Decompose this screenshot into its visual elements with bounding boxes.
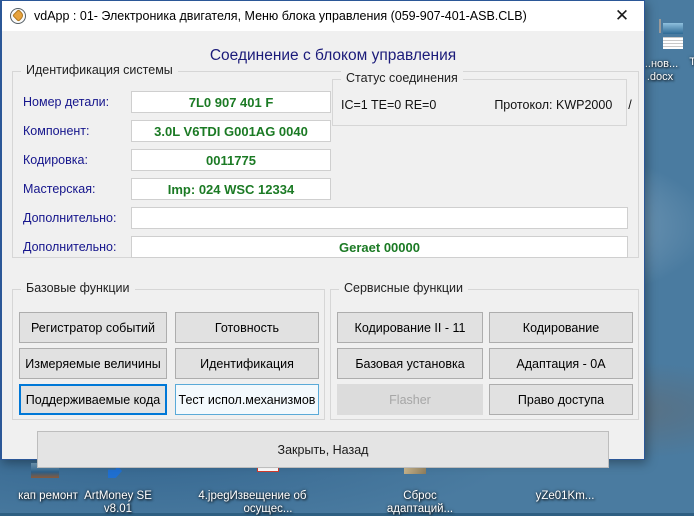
field-row-additional-1: Дополнительно: [23, 206, 628, 230]
button-readiness[interactable]: Готовность [175, 312, 319, 343]
button-supported-codes[interactable]: Поддерживаемые кода [19, 384, 167, 415]
desktop-icon-label: Сброс адаптаций... [386, 490, 454, 515]
button-adaptation[interactable]: Адаптация - 0A [489, 348, 633, 379]
button-event-logger[interactable]: Регистратор событий [19, 312, 167, 343]
connection-status-group-title: Статус соединения [341, 71, 463, 85]
button-basic-setting[interactable]: Базовая установка [337, 348, 483, 379]
field-label: Компонент: [23, 124, 90, 138]
coding-field[interactable]: 0011775 [131, 149, 331, 171]
desktop-icon-word[interactable]: Та... [680, 18, 694, 69]
base-functions-group: Базовые функции Регистратор событий Гото… [12, 281, 325, 420]
component-field[interactable]: 3.0L V6TDI G001AG 0040 [131, 120, 331, 142]
desktop-icon-label: yZe01Km... [535, 490, 595, 502]
button-flasher: Flasher [337, 384, 483, 415]
activity-spinner-icon: / [628, 98, 632, 112]
additional-field-2[interactable]: Geraet 00000 [131, 236, 628, 258]
vdapp-dialog-window: vdApp : 01- Электроника двигателя, Меню … [0, 0, 645, 468]
title-bar[interactable]: vdApp : 01- Электроника двигателя, Меню … [2, 1, 644, 32]
close-back-button[interactable]: Закрыть, Назад [37, 431, 609, 468]
button-coding[interactable]: Кодирование [489, 312, 633, 343]
docx-page-icon [640, 19, 680, 56]
ic-te-re-counters: IC=1 TE=0 RE=0 [341, 98, 437, 112]
desktop-icon-label: ArtMoney SE v8.01 [84, 490, 152, 515]
button-identification[interactable]: Идентификация [175, 348, 319, 379]
field-label: Дополнительно: [23, 211, 117, 225]
part-number-field[interactable]: 7L0 907 401 F [131, 91, 331, 113]
button-measured-values[interactable]: Измеряемые величины [19, 348, 167, 379]
connection-status-line: IC=1 TE=0 RE=0 Протокол: KWP2000 / [341, 98, 632, 112]
field-label: Номер детали: [23, 95, 110, 109]
desktop-icon-label: Извещение об осущес... [229, 490, 307, 515]
additional-field-1[interactable] [131, 207, 628, 229]
service-functions-group-title: Сервисные функции [339, 281, 469, 295]
field-row-part-number: Номер детали: 7L0 907 401 F [23, 90, 331, 114]
base-functions-group-title: Базовые функции [21, 281, 135, 295]
dialog-content: Соединение с блоком управления Идентифик… [2, 31, 644, 468]
protocol-label: Протокол: KWP2000 [494, 98, 613, 112]
window-title: vdApp : 01- Электроника двигателя, Меню … [34, 9, 527, 23]
field-label: Мастерская: [23, 182, 96, 196]
workshop-field[interactable]: Imp: 024 WSC 12334 [131, 178, 331, 200]
button-actuator-test[interactable]: Тест испол.механизмов [175, 384, 319, 415]
field-row-workshop: Мастерская: Imp: 024 WSC 12334 [23, 177, 331, 201]
field-label: Дополнительно: [23, 240, 117, 254]
field-row-additional-2: Дополнительно: Geraet 00000 [23, 235, 628, 259]
field-label: Кодировка: [23, 153, 88, 167]
close-icon[interactable]: ✕ [600, 1, 644, 31]
app-tag-icon [9, 7, 27, 25]
connection-status-group: Статус соединения IC=1 TE=0 RE=0 Протоко… [332, 71, 632, 126]
word-icon [680, 18, 694, 54]
service-functions-group: Сервисные функции Кодирование II - 11 Ко… [330, 281, 639, 420]
button-coding-2[interactable]: Кодирование II - 11 [337, 312, 483, 343]
button-access-rights[interactable]: Право доступа [489, 384, 633, 415]
identification-group-title: Идентификация системы [21, 63, 178, 77]
field-row-coding: Кодировка: 0011775 [23, 148, 331, 172]
desktop-icon-label: Та... [689, 56, 694, 68]
field-row-component: Компонент: 3.0L V6TDI G001AG 0040 [23, 119, 331, 143]
